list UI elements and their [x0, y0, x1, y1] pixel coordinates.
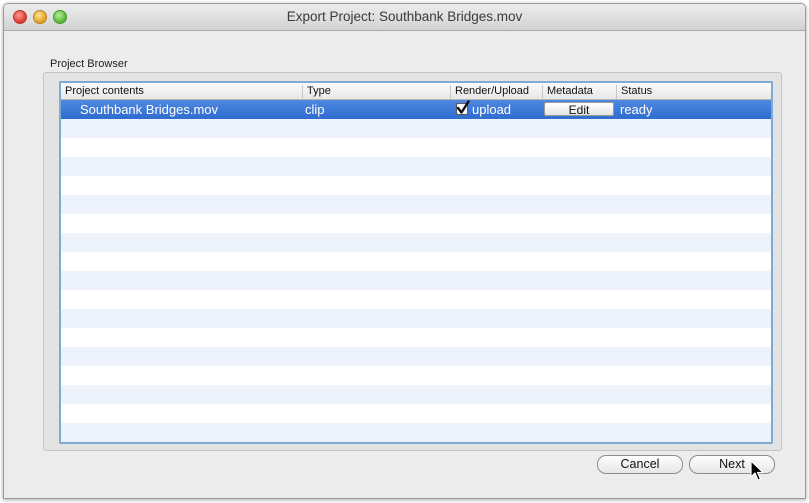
- empty-row: [61, 423, 771, 442]
- metadata-edit-button[interactable]: Edit: [544, 102, 614, 117]
- row-status: ready: [620, 102, 653, 117]
- project-browser-table[interactable]: Project contents Type Render/Upload Meta…: [59, 81, 773, 444]
- empty-row: [61, 119, 771, 138]
- empty-row: [61, 271, 771, 290]
- render-upload-label: upload: [472, 102, 512, 117]
- column-header-project-contents[interactable]: Project contents: [61, 85, 302, 99]
- empty-row: [61, 157, 771, 176]
- table-row[interactable]: Southbank Bridges.mov clip upload Edit r…: [61, 100, 771, 119]
- empty-row: [61, 385, 771, 404]
- column-header-status[interactable]: Status: [616, 85, 771, 99]
- row-name: Southbank Bridges.mov: [80, 102, 219, 117]
- table-body: Southbank Bridges.mov clip upload Edit r…: [61, 100, 771, 442]
- row-type: clip: [305, 102, 325, 117]
- title-bar[interactable]: Export Project: Southbank Bridges.mov: [4, 4, 805, 31]
- empty-row: [61, 404, 771, 423]
- cancel-button[interactable]: Cancel: [597, 455, 683, 474]
- empty-row: [61, 290, 771, 309]
- column-header-type[interactable]: Type: [302, 85, 450, 99]
- column-header-metadata[interactable]: Metadata: [542, 85, 616, 99]
- table-header: Project contents Type Render/Upload Meta…: [61, 83, 771, 100]
- empty-row: [61, 347, 771, 366]
- project-browser-label: Project Browser: [50, 58, 128, 70]
- empty-row: [61, 233, 771, 252]
- empty-row: [61, 309, 771, 328]
- empty-row: [61, 176, 771, 195]
- mouse-pointer-icon: [750, 460, 764, 481]
- empty-row: [61, 138, 771, 157]
- empty-row: [61, 214, 771, 233]
- render-upload-checkbox[interactable]: [456, 100, 470, 115]
- empty-row: [61, 366, 771, 385]
- checkmark-icon: [456, 100, 470, 114]
- empty-row: [61, 252, 771, 271]
- empty-row: [61, 328, 771, 347]
- column-header-render-upload[interactable]: Render/Upload: [450, 85, 542, 99]
- empty-row: [61, 195, 771, 214]
- window-title: Export Project: Southbank Bridges.mov: [286, 9, 523, 24]
